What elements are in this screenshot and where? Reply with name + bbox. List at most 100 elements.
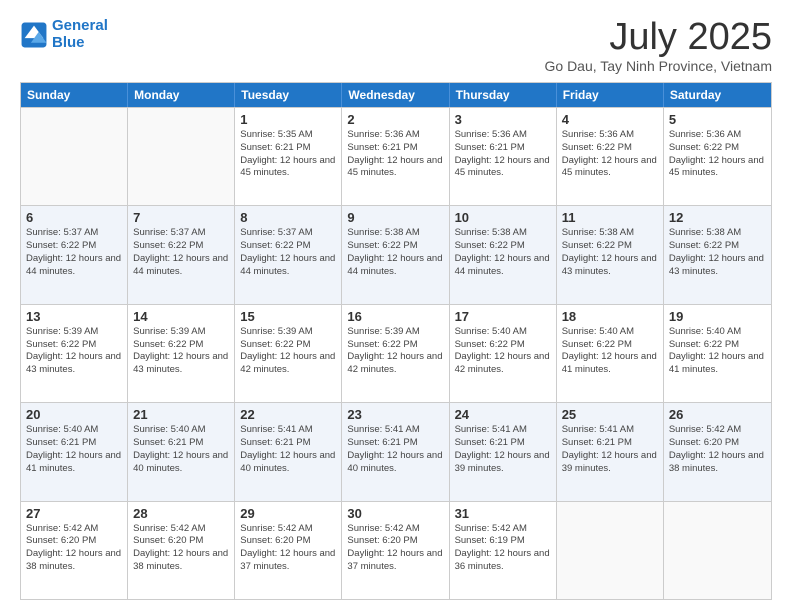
header-day-tuesday: Tuesday bbox=[235, 83, 342, 107]
calendar-cell bbox=[557, 502, 664, 599]
day-info: Sunrise: 5:39 AM Sunset: 6:22 PM Dayligh… bbox=[133, 326, 229, 377]
calendar-cell bbox=[21, 108, 128, 205]
day-info: Sunrise: 5:41 AM Sunset: 6:21 PM Dayligh… bbox=[347, 424, 443, 475]
calendar-cell: 6Sunrise: 5:37 AM Sunset: 6:22 PM Daylig… bbox=[21, 206, 128, 303]
day-number: 6 bbox=[26, 210, 122, 225]
day-number: 18 bbox=[562, 309, 658, 324]
calendar: SundayMondayTuesdayWednesdayThursdayFrid… bbox=[20, 82, 772, 600]
day-info: Sunrise: 5:40 AM Sunset: 6:21 PM Dayligh… bbox=[26, 424, 122, 475]
day-number: 22 bbox=[240, 407, 336, 422]
day-info: Sunrise: 5:35 AM Sunset: 6:21 PM Dayligh… bbox=[240, 129, 336, 180]
logo-text: General Blue bbox=[52, 18, 108, 51]
logo-icon bbox=[20, 21, 48, 49]
day-number: 21 bbox=[133, 407, 229, 422]
calendar-cell: 28Sunrise: 5:42 AM Sunset: 6:20 PM Dayli… bbox=[128, 502, 235, 599]
location-subtitle: Go Dau, Tay Ninh Province, Vietnam bbox=[545, 58, 773, 74]
calendar-cell: 4Sunrise: 5:36 AM Sunset: 6:22 PM Daylig… bbox=[557, 108, 664, 205]
day-info: Sunrise: 5:39 AM Sunset: 6:22 PM Dayligh… bbox=[347, 326, 443, 377]
calendar-cell: 5 Sunrise: 5:36 AM Sunset: 6:22 PM Daylig… bbox=[664, 108, 771, 205]
day-number: 17 bbox=[455, 309, 551, 324]
day-number: 24 bbox=[455, 407, 551, 422]
calendar-cell: 18 Sunrise: 5:40 AM Sunset: 6:22 PM Dayli… bbox=[557, 305, 664, 402]
day-number: 25 bbox=[562, 407, 658, 422]
page: General Blue July 2025 Go Dau, Tay Ninh … bbox=[0, 0, 792, 612]
day-number: 28 bbox=[133, 506, 229, 521]
day-info: Sunrise: 5:40 AM Sunset: 6:22 PM Dayligh… bbox=[455, 326, 551, 377]
calendar-cell: 8 Sunrise: 5:37 AM Sunset: 6:22 PM Daylig… bbox=[235, 206, 342, 303]
calendar-cell: 2Sunrise: 5:36 AM Sunset: 6:21 PM Daylig… bbox=[342, 108, 449, 205]
calendar-cell: 19 Sunrise: 5:40 AM Sunset: 6:22 PM Dayli… bbox=[664, 305, 771, 402]
header-day-sunday: Sunday bbox=[21, 83, 128, 107]
day-info: Sunrise: 5:42 AM Sunset: 6:20 PM Dayligh… bbox=[26, 523, 122, 574]
header: General Blue July 2025 Go Dau, Tay Ninh … bbox=[20, 18, 772, 74]
calendar-row-2: 6 Sunrise: 5:37 AM Sunset: 6:22 PM Daylig… bbox=[21, 205, 771, 303]
day-number: 9 bbox=[347, 210, 443, 225]
day-number: 29 bbox=[240, 506, 336, 521]
calendar-cell: 30Sunrise: 5:42 AM Sunset: 6:20 PM Dayli… bbox=[342, 502, 449, 599]
day-number: 26 bbox=[669, 407, 766, 422]
day-info: Sunrise: 5:36 AM Sunset: 6:22 PM Dayligh… bbox=[669, 129, 766, 180]
calendar-cell: 21Sunrise: 5:40 AM Sunset: 6:21 PM Dayli… bbox=[128, 403, 235, 500]
day-number: 23 bbox=[347, 407, 443, 422]
calendar-cell: 16 Sunrise: 5:39 AM Sunset: 6:22 PM Dayli… bbox=[342, 305, 449, 402]
calendar-cell: 23 Sunrise: 5:41 AM Sunset: 6:21 PM Dayli… bbox=[342, 403, 449, 500]
day-info: Sunrise: 5:39 AM Sunset: 6:22 PM Dayligh… bbox=[240, 326, 336, 377]
day-number: 14 bbox=[133, 309, 229, 324]
day-info: Sunrise: 5:36 AM Sunset: 6:21 PM Dayligh… bbox=[455, 129, 551, 180]
header-day-thursday: Thursday bbox=[450, 83, 557, 107]
calendar-row-3: 13Sunrise: 5:39 AM Sunset: 6:22 PM Dayli… bbox=[21, 304, 771, 402]
day-info: Sunrise: 5:39 AM Sunset: 6:22 PM Dayligh… bbox=[26, 326, 122, 377]
calendar-cell: 13Sunrise: 5:39 AM Sunset: 6:22 PM Dayli… bbox=[21, 305, 128, 402]
calendar-cell: 17 Sunrise: 5:40 AM Sunset: 6:22 PM Dayli… bbox=[450, 305, 557, 402]
day-info: Sunrise: 5:42 AM Sunset: 6:20 PM Dayligh… bbox=[240, 523, 336, 574]
logo-blue: Blue bbox=[52, 34, 85, 51]
day-number: 1 bbox=[240, 112, 336, 127]
calendar-cell bbox=[664, 502, 771, 599]
logo: General Blue bbox=[20, 18, 108, 51]
header-day-saturday: Saturday bbox=[664, 83, 771, 107]
calendar-cell: 31Sunrise: 5:42 AM Sunset: 6:19 PM Dayli… bbox=[450, 502, 557, 599]
calendar-cell: 12 Sunrise: 5:38 AM Sunset: 6:22 PM Dayli… bbox=[664, 206, 771, 303]
calendar-cell: 9 Sunrise: 5:38 AM Sunset: 6:22 PM Daylig… bbox=[342, 206, 449, 303]
day-number: 5 bbox=[669, 112, 766, 127]
calendar-row-4: 20Sunrise: 5:40 AM Sunset: 6:21 PM Dayli… bbox=[21, 402, 771, 500]
header-day-friday: Friday bbox=[557, 83, 664, 107]
day-info: Sunrise: 5:38 AM Sunset: 6:22 PM Dayligh… bbox=[347, 227, 443, 278]
day-info: Sunrise: 5:41 AM Sunset: 6:21 PM Dayligh… bbox=[455, 424, 551, 475]
day-number: 15 bbox=[240, 309, 336, 324]
day-info: Sunrise: 5:42 AM Sunset: 6:20 PM Dayligh… bbox=[347, 523, 443, 574]
calendar-body: 1 Sunrise: 5:35 AM Sunset: 6:21 PM Daylig… bbox=[21, 107, 771, 599]
calendar-cell: 15 Sunrise: 5:39 AM Sunset: 6:22 PM Dayli… bbox=[235, 305, 342, 402]
day-info: Sunrise: 5:42 AM Sunset: 6:20 PM Dayligh… bbox=[669, 424, 766, 475]
day-number: 8 bbox=[240, 210, 336, 225]
calendar-cell: 1 Sunrise: 5:35 AM Sunset: 6:21 PM Daylig… bbox=[235, 108, 342, 205]
calendar-cell: 20Sunrise: 5:40 AM Sunset: 6:21 PM Dayli… bbox=[21, 403, 128, 500]
calendar-cell: 29 Sunrise: 5:42 AM Sunset: 6:20 PM Dayli… bbox=[235, 502, 342, 599]
day-number: 12 bbox=[669, 210, 766, 225]
calendar-cell: 3Sunrise: 5:36 AM Sunset: 6:21 PM Daylig… bbox=[450, 108, 557, 205]
calendar-cell: 22Sunrise: 5:41 AM Sunset: 6:21 PM Dayli… bbox=[235, 403, 342, 500]
header-day-monday: Monday bbox=[128, 83, 235, 107]
day-info: Sunrise: 5:37 AM Sunset: 6:22 PM Dayligh… bbox=[133, 227, 229, 278]
day-info: Sunrise: 5:42 AM Sunset: 6:19 PM Dayligh… bbox=[455, 523, 551, 574]
day-info: Sunrise: 5:38 AM Sunset: 6:22 PM Dayligh… bbox=[562, 227, 658, 278]
day-number: 11 bbox=[562, 210, 658, 225]
calendar-cell: 14 Sunrise: 5:39 AM Sunset: 6:22 PM Dayli… bbox=[128, 305, 235, 402]
calendar-cell: 24 Sunrise: 5:41 AM Sunset: 6:21 PM Dayli… bbox=[450, 403, 557, 500]
day-number: 16 bbox=[347, 309, 443, 324]
day-number: 7 bbox=[133, 210, 229, 225]
day-info: Sunrise: 5:40 AM Sunset: 6:22 PM Dayligh… bbox=[669, 326, 766, 377]
day-number: 19 bbox=[669, 309, 766, 324]
calendar-cell: 11 Sunrise: 5:38 AM Sunset: 6:22 PM Dayli… bbox=[557, 206, 664, 303]
calendar-cell: 7 Sunrise: 5:37 AM Sunset: 6:22 PM Daylig… bbox=[128, 206, 235, 303]
calendar-cell: 10Sunrise: 5:38 AM Sunset: 6:22 PM Dayli… bbox=[450, 206, 557, 303]
day-info: Sunrise: 5:37 AM Sunset: 6:22 PM Dayligh… bbox=[240, 227, 336, 278]
calendar-cell bbox=[128, 108, 235, 205]
day-info: Sunrise: 5:40 AM Sunset: 6:22 PM Dayligh… bbox=[562, 326, 658, 377]
calendar-header: SundayMondayTuesdayWednesdayThursdayFrid… bbox=[21, 83, 771, 107]
day-number: 2 bbox=[347, 112, 443, 127]
month-title: July 2025 bbox=[545, 18, 773, 56]
day-info: Sunrise: 5:36 AM Sunset: 6:22 PM Dayligh… bbox=[562, 129, 658, 180]
day-info: Sunrise: 5:38 AM Sunset: 6:22 PM Dayligh… bbox=[669, 227, 766, 278]
title-block: July 2025 Go Dau, Tay Ninh Province, Vie… bbox=[545, 18, 773, 74]
